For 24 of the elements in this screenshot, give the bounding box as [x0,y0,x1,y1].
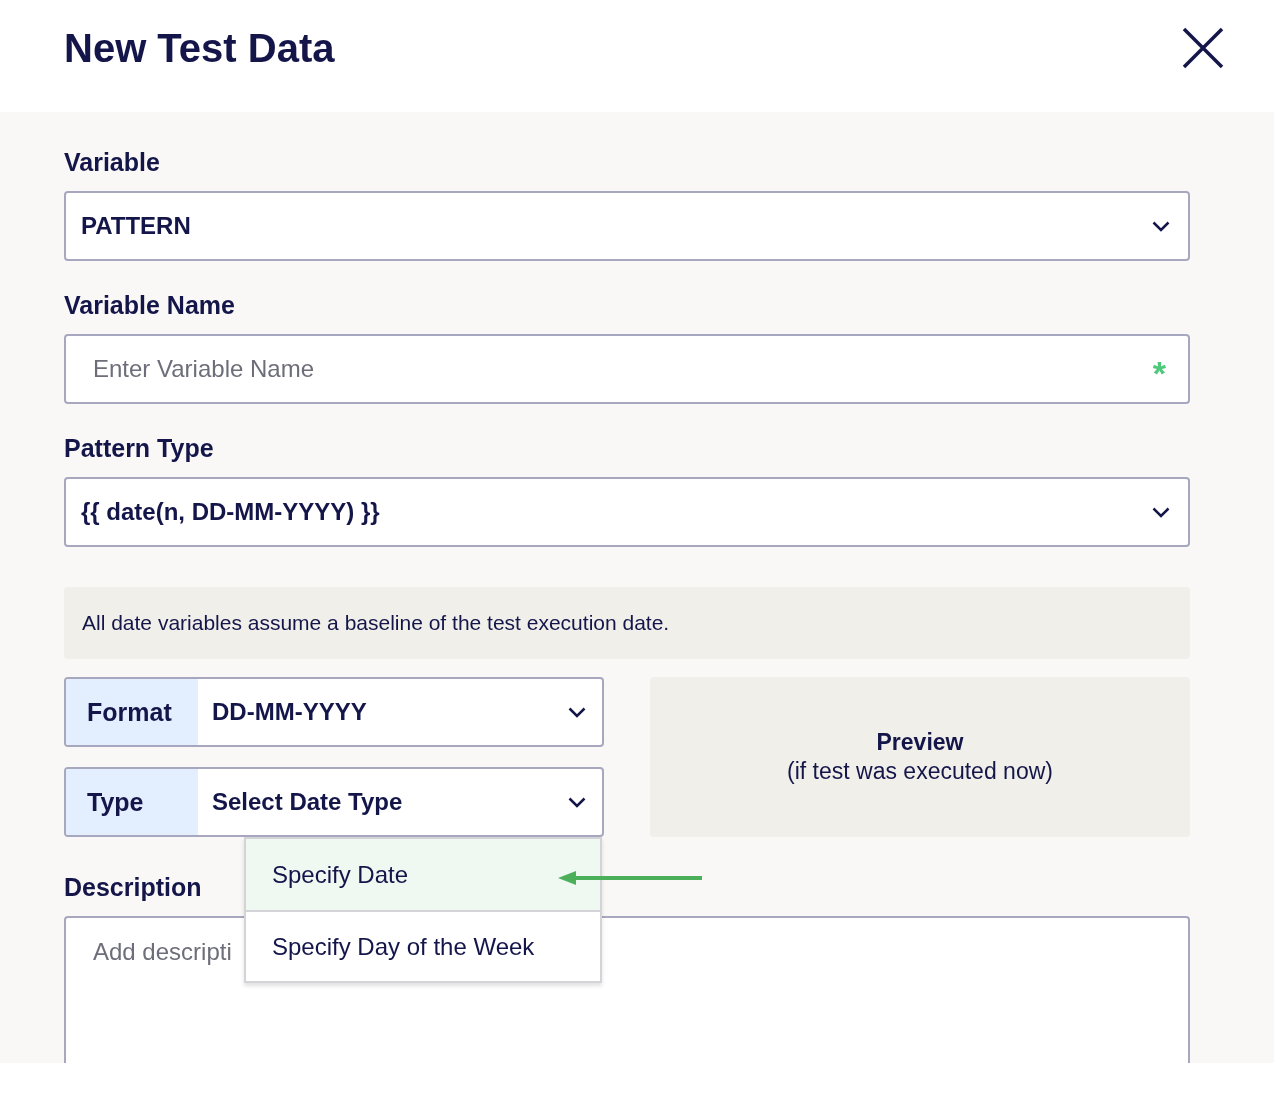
select-value: Select Date Type [212,788,403,816]
preview-subtitle: (if test was executed now) [787,758,1053,785]
select-field[interactable]: {{ date(n, DD-MM-YYYY) }} [64,477,1190,547]
select-value: DD-MM-YYYY [212,698,367,726]
select-field[interactable]: Format DD-MM-YYYY [64,677,604,747]
info-notice: All date variables assume a baseline of the test execution date. [64,587,1190,659]
dialog-title: New Test Data [64,25,335,71]
field-label: Variable Name [64,291,235,320]
chevron-down-icon [1152,220,1170,232]
chevron-down-icon [568,706,586,718]
preview-title: Preview [876,729,964,756]
close-icon [1182,27,1224,69]
field-label: Format [66,679,198,745]
menu-item[interactable]: Specify Date [246,839,600,910]
menu-item[interactable]: Specify Day of the Week [246,910,600,981]
field-label: Variable [64,148,160,177]
field-label: Description [64,873,202,902]
required-mark: * [1152,356,1166,390]
select-field[interactable]: PATTERN [64,191,1190,261]
select-field[interactable]: Type Select Date Type [64,767,604,837]
field-label: Pattern Type [64,434,214,463]
chevron-down-icon [568,796,586,808]
field-label: Type [66,769,198,835]
chevron-down-icon [1152,506,1170,518]
